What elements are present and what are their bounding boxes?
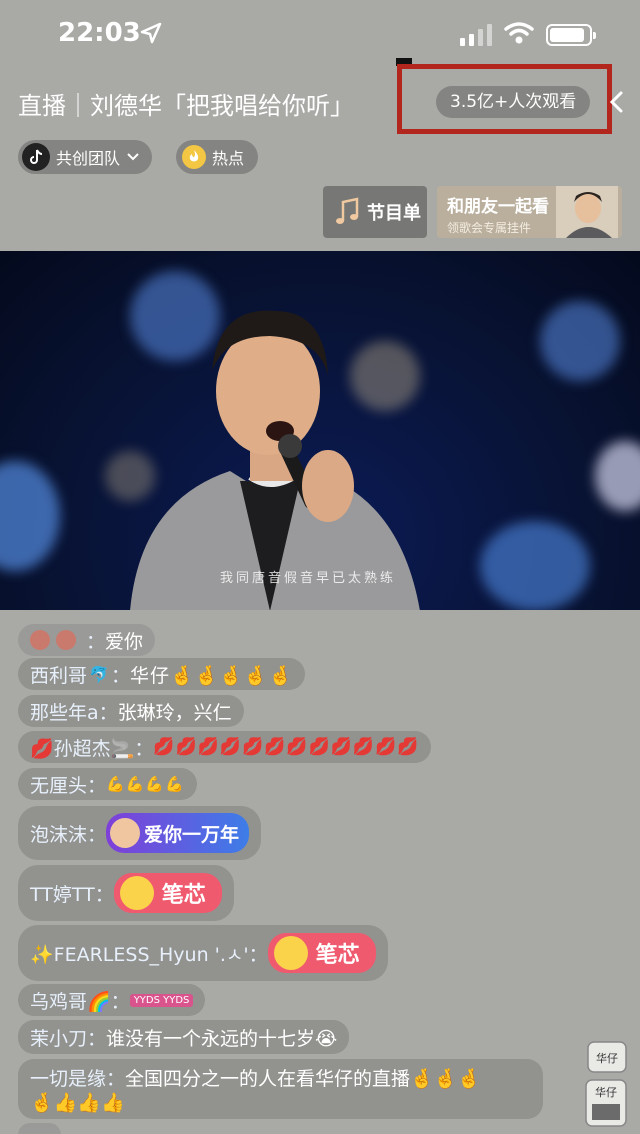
page-title: 直播｜刘德华「把我唱给你听」 [18,92,354,120]
chick-sticker-icon [119,876,154,910]
chat-username: 无厘头 [30,774,88,797]
chat-message[interactable]: 无厘头 ： 💪💪💪💪 [18,768,197,800]
chat-username: 一切是缘 [30,1068,107,1090]
team-avatar-icon [22,143,50,171]
chat-message[interactable]: ： 爱你 [18,624,156,656]
chat-message[interactable]: TT婷TT ： 笔芯 [18,865,234,921]
chat-username: 茉小刀 [30,1027,88,1050]
chat-message[interactable]: 西利哥 🐬 ： 华仔🤞🤞🤞🤞🤞 [18,658,306,690]
chat-username: TT婷TT [30,883,95,906]
status-time: 22:03 [58,18,141,48]
heart-sticker: 笔芯 [113,873,222,913]
location-arrow-icon [140,22,162,44]
bokeh-light [540,301,620,381]
chat-message[interactable]: ✨FEARLESS_Hyun '.ㅅ' ： 笔芯 [18,925,388,981]
chat-username: 泡沫沫 [30,823,88,846]
chat-text: 张琳玲，兴仁 [117,701,232,724]
face-sticker-icon [110,818,141,848]
avatar [56,630,76,650]
status-bar: 22:03 [0,0,640,70]
chat-username: 💋孙超杰🚬 [30,737,135,760]
floating-gift-icon[interactable]: 华仔 华仔 [584,1040,628,1130]
watch-together-card[interactable]: 和朋友一起看 领歌会专属挂件 [437,186,622,238]
singer-figure [130,310,420,610]
chat-text: 谁没有一个永远的十七岁😭 [106,1027,338,1050]
chat-text: 华仔🤞🤞🤞🤞🤞 [129,664,294,687]
chat-username: 西利哥 [30,664,88,687]
chat-message-partial[interactable]: ⋯ [18,1123,61,1134]
chat-message[interactable]: 泡沫沫 ： 爱你一万年 [18,806,262,860]
heart-sticker: 笔芯 [267,933,376,973]
host-portrait-image [556,186,618,238]
love-sticker: 爱你一万年 [106,813,250,853]
chat-username: 乌鸡哥🌈 [30,990,111,1013]
chevron-down-icon [127,153,139,161]
chat-text: 💋💋💋💋💋💋💋💋💋💋💋💋 [153,737,420,757]
chat-username: 那些年a [30,701,99,724]
battery-icon [546,24,596,46]
chat-text: 爱你 [105,630,144,653]
team-dropdown[interactable]: 共创团队 [18,140,153,174]
chat-message[interactable]: 那些年a ： 张琳玲，兴仁 [18,695,244,727]
dolphin-icon: 🐬 [89,664,109,684]
bokeh-light [595,441,640,511]
chat-message[interactable]: 乌鸡哥🌈 ： YYDS YYDS [18,984,206,1016]
yyds-badge: YYDS YYDS [129,993,194,1007]
chat-message[interactable]: 一切是缘 ： 全国四分之一的人在看华仔的直播🤞🤞🤞 🤞👍👍👍 [18,1059,543,1119]
music-note-icon [336,197,359,224]
chat-text: 全国四分之一的人在看华仔的直播🤞🤞🤞 [125,1068,482,1090]
video-subtitle: 我同唐音假音早已太熟练 [220,571,397,586]
chevron-left-icon[interactable] [606,90,626,114]
chat-text: 💪💪💪💪 [106,775,185,793]
cellular-signal-icon [460,24,492,46]
bokeh-light [0,461,60,571]
chat-text-continued: 🤞👍👍👍 [30,1092,125,1114]
wifi-icon [504,22,534,44]
avatar [30,630,50,650]
svg-text:华仔: 华仔 [596,1051,618,1065]
highlight-annotation-box [397,64,612,134]
chick-sticker-icon [273,936,308,970]
chat-username: ✨FEARLESS_Hyun '.ㅅ' [30,943,249,966]
hot-label: 热点 [212,149,245,168]
program-list-button[interactable]: 节目单 [323,186,427,238]
program-list-label: 节目单 [367,203,421,224]
bokeh-light [480,521,590,610]
live-video-player[interactable]: 我同唐音假音早已太熟练 [0,251,640,610]
hot-tag[interactable]: 热点 [176,140,259,174]
chat-message[interactable]: 茉小刀 ： 谁没有一个永远的十七岁😭 [18,1020,350,1054]
chat-message[interactable]: 💋孙超杰🚬 ： 💋💋💋💋💋💋💋💋💋💋💋💋 [18,731,432,763]
svg-text:华仔: 华仔 [595,1085,617,1099]
team-label: 共创团队 [56,149,121,168]
flame-icon [182,145,206,169]
